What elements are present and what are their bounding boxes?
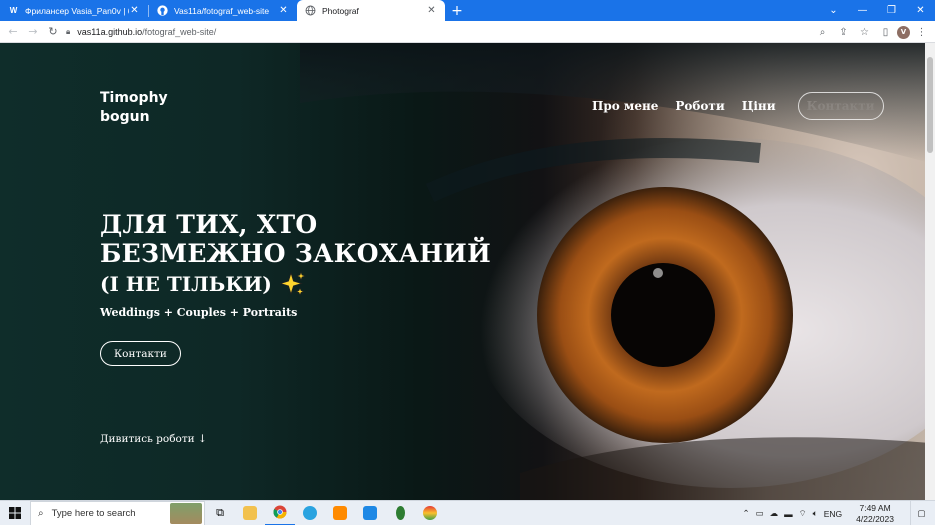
- address-toolbar: ← → ↻ 🔒︎ vas11a.github.io /fotograf_web-…: [0, 21, 935, 43]
- search-placeholder: Type here to search: [51, 507, 136, 519]
- hero-subtitle: Weddings + Couples + Portraits: [100, 306, 298, 319]
- menu-kebab-icon[interactable]: ⋮: [912, 22, 931, 42]
- browser-tab-strip: W Фрилансер Vasia_Pan0v | биржа ✕ Vas11a…: [0, 0, 935, 21]
- tab-freelancer[interactable]: W Фрилансер Vasia_Pan0v | биржа ✕: [0, 0, 148, 21]
- reload-icon[interactable]: ↻: [43, 22, 63, 42]
- window-controls: ⌄ — ❐ ✕: [819, 0, 935, 21]
- nav-link-about[interactable]: Про мене: [592, 99, 658, 113]
- close-tab-icon[interactable]: ✕: [426, 5, 437, 16]
- windows-taskbar: ⌕ Type here to search ⧉ ⌃ ▭ ☁ ▬ ⌔ 🔈︎ ENG…: [0, 500, 935, 525]
- bookmark-star-icon[interactable]: ☆: [855, 22, 874, 42]
- scrollbar-thumb[interactable]: [927, 57, 933, 153]
- clock-date: 4/22/2023: [856, 513, 894, 524]
- back-arrow-icon[interactable]: ←: [3, 22, 23, 42]
- wordpress-w-icon: W: [9, 6, 18, 15]
- zoom-icon[interactable]: ⌕: [813, 22, 832, 42]
- vscode-icon[interactable]: [355, 501, 385, 525]
- hero-contacts-button[interactable]: Контакти: [100, 341, 181, 366]
- url-path: /fotograf_web-site/: [142, 27, 217, 37]
- maximize-icon[interactable]: ❐: [877, 0, 906, 21]
- tab-search-chevron-icon[interactable]: ⌄: [819, 0, 848, 21]
- forward-arrow-icon[interactable]: →: [23, 22, 43, 42]
- share-icon[interactable]: ⇪: [834, 22, 853, 42]
- nav-link-works[interactable]: Роботи: [675, 99, 724, 113]
- close-tab-icon[interactable]: ✕: [278, 5, 289, 16]
- tab-github[interactable]: Vas11a/fotograf_web-site ✕: [149, 0, 297, 21]
- logo-last-name: bogun: [100, 109, 150, 125]
- view-works-link[interactable]: Дивитись роботи ↓: [100, 433, 207, 445]
- page-scrollbar[interactable]: [925, 43, 935, 500]
- tray-chevron-up-icon[interactable]: ⌃: [742, 508, 749, 519]
- telegram-icon[interactable]: [295, 501, 325, 525]
- sparkles-icon: [279, 271, 306, 296]
- tray-device-icon[interactable]: ▭: [756, 508, 764, 519]
- page-viewport: Timophy bogun Про мене Роботи Ціни Конта…: [0, 43, 935, 500]
- app-rainbow-icon[interactable]: [415, 501, 445, 525]
- clock-time: 7:49 AM: [859, 502, 891, 513]
- notification-icon[interactable]: ▢: [910, 501, 932, 525]
- nav-link-prices[interactable]: Ціни: [742, 99, 776, 113]
- new-tab-button[interactable]: +: [445, 0, 469, 21]
- github-icon: [157, 5, 168, 16]
- taskbar-search-input[interactable]: ⌕ Type here to search: [30, 500, 205, 525]
- headline-line-3: (І НЕ ТІЛЬКИ): [100, 272, 272, 296]
- globe-icon: [305, 5, 316, 16]
- url-host: vas11a.github.io: [77, 27, 143, 37]
- hero-headline: ДЛЯ ТИХ, ХТО БЕЗМЕЖНО ЗАКОХАНИЙ (І НЕ ТІ…: [100, 210, 491, 300]
- network-icon[interactable]: ⌔: [799, 508, 807, 519]
- volume-icon[interactable]: 🔈︎: [813, 508, 818, 519]
- search-icon: ⌕: [38, 507, 44, 519]
- headline-line-3-wrap: (І НЕ ТІЛЬКИ): [100, 268, 491, 300]
- app-leaf-icon[interactable]: [385, 501, 415, 525]
- tab-title: Photograf: [322, 5, 359, 16]
- headline-line-2: БЕЗМЕЖНО ЗАКОХАНИЙ: [100, 239, 492, 268]
- headline-line-1: ДЛЯ ТИХ, ХТО: [100, 210, 318, 239]
- chrome-icon[interactable]: [265, 501, 295, 525]
- sublime-text-icon[interactable]: [325, 501, 355, 525]
- language-indicator[interactable]: ENG: [824, 509, 842, 519]
- system-tray: ⌃ ▭ ☁ ▬ ⌔ 🔈︎ ENG 7:49 AM 4/22/2023 ▢: [739, 501, 935, 525]
- logo-first-name: Timophy: [100, 90, 168, 106]
- windows-start-icon[interactable]: [0, 501, 30, 525]
- tab-title: Фрилансер Vasia_Pan0v | биржа: [25, 5, 129, 16]
- search-highlight-image: [170, 502, 202, 524]
- battery-icon[interactable]: ▬: [784, 509, 793, 519]
- side-panel-icon[interactable]: ▯: [876, 22, 895, 42]
- site-logo[interactable]: Timophy bogun: [100, 89, 168, 127]
- minimize-icon[interactable]: —: [848, 0, 877, 21]
- onedrive-cloud-icon[interactable]: ☁: [770, 508, 779, 519]
- nav-contacts-button[interactable]: Контакти: [797, 92, 884, 120]
- profile-avatar[interactable]: V: [897, 25, 910, 39]
- task-view-icon[interactable]: ⧉: [205, 501, 235, 525]
- lock-icon[interactable]: 🔒︎: [66, 27, 70, 37]
- close-window-icon[interactable]: ✕: [906, 0, 935, 21]
- taskbar-clock[interactable]: 7:49 AM 4/22/2023: [853, 503, 897, 525]
- file-explorer-icon[interactable]: [235, 501, 265, 525]
- tab-title: Vas11a/fotograf_web-site: [174, 5, 270, 16]
- main-nav: Про мене Роботи Ціни Контакти: [592, 92, 884, 120]
- tab-photograf[interactable]: Photograf ✕: [297, 0, 445, 21]
- browser-toolbar-icons: ⌕ ⇪ ☆ ▯ V ⋮: [811, 22, 931, 42]
- close-tab-icon[interactable]: ✕: [129, 5, 140, 16]
- url-bar[interactable]: 🔒︎ vas11a.github.io /fotograf_web-site/: [66, 23, 806, 41]
